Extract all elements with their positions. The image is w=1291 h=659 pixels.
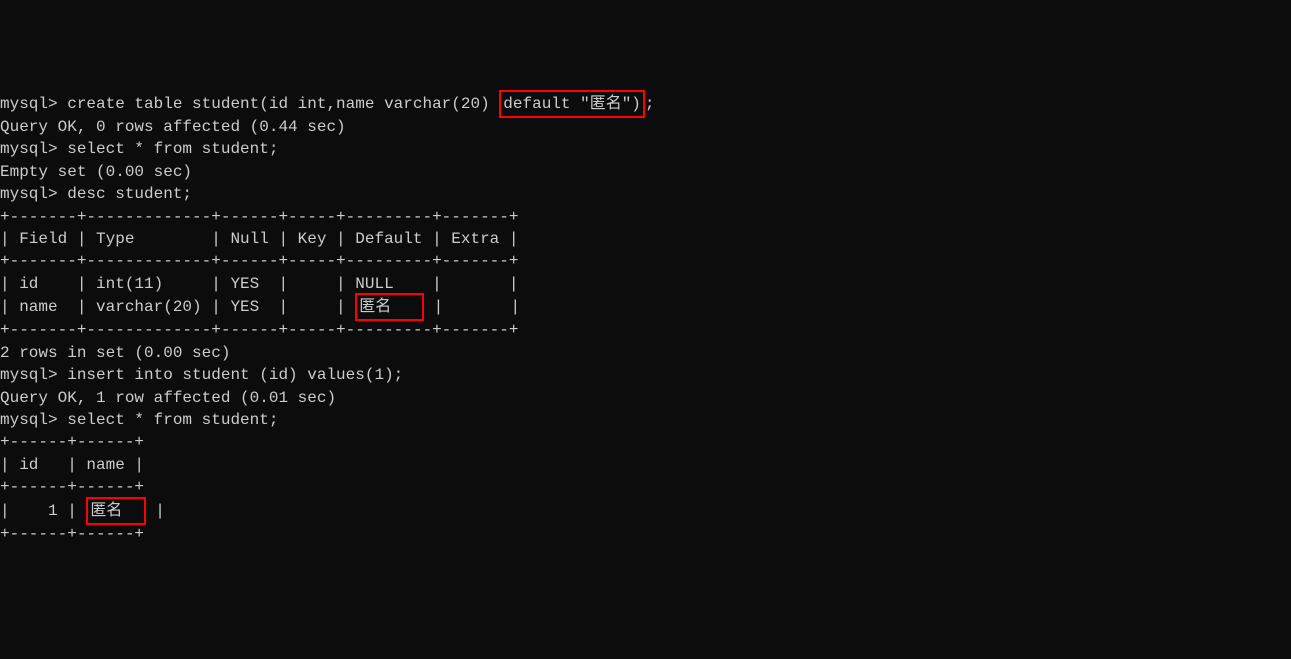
table-border: +------+------+ — [0, 476, 1291, 498]
highlight-default-clause: default "匿名") — [499, 90, 645, 118]
query-ok-2: Query OK, 1 row affected (0.01 sec) — [0, 387, 1291, 409]
table-row: | id | int(11) | YES | | NULL | | — [0, 273, 1291, 295]
table-header-row: | id | name | — [0, 454, 1291, 476]
terminal-output[interactable]: mysql> create table student(id int,name … — [0, 90, 1291, 548]
cmd-desc: mysql> desc student; — [0, 183, 1291, 205]
cmd-select-1: mysql> select * from student; — [0, 138, 1291, 160]
empty-set: Empty set (0.00 sec) — [0, 161, 1291, 183]
cmd-insert: mysql> insert into student (id) values(1… — [0, 364, 1291, 386]
cmd-create-table: mysql> create table student(id int,name … — [0, 92, 1291, 116]
cmd-select-2: mysql> select * from student; — [0, 409, 1291, 431]
query-ok-1: Query OK, 0 rows affected (0.44 sec) — [0, 116, 1291, 138]
table-row: | 1 | 匿名 | — [0, 499, 1291, 523]
table-border: +-------+-------------+------+-----+----… — [0, 250, 1291, 272]
highlight-default-value: 匿名 — [355, 293, 424, 321]
table-header-row: | Field | Type | Null | Key | Default | … — [0, 228, 1291, 250]
highlight-selected-value: 匿名 — [86, 497, 145, 525]
table-border: +------+------+ — [0, 523, 1291, 545]
table-border: +-------+-------------+------+-----+----… — [0, 319, 1291, 341]
table-row: | name | varchar(20) | YES | | 匿名 | | — [0, 295, 1291, 319]
table-border: +------+------+ — [0, 431, 1291, 453]
table-border: +-------+-------------+------+-----+----… — [0, 206, 1291, 228]
rows-in-set-1: 2 rows in set (0.00 sec) — [0, 342, 1291, 364]
